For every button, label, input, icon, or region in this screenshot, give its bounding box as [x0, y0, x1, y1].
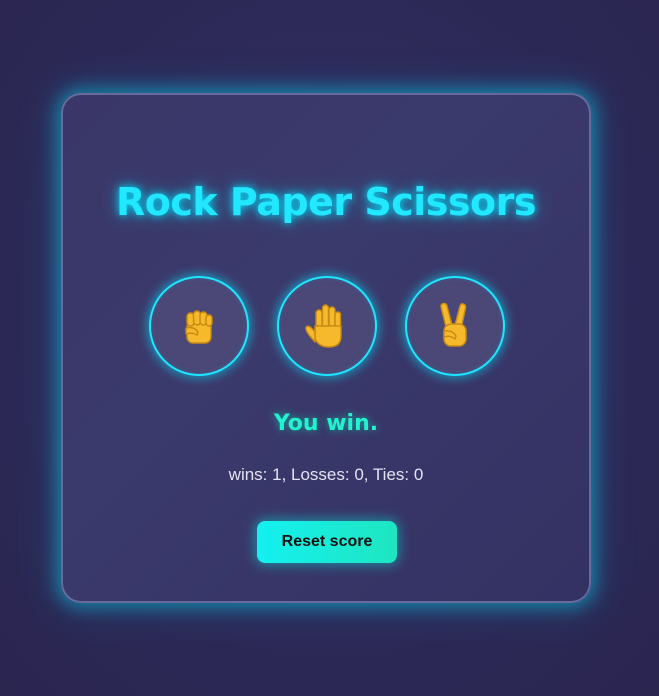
choice-buttons [149, 276, 505, 376]
raised-fist-icon [177, 304, 221, 348]
reset-score-button[interactable]: Reset score [257, 521, 397, 563]
raised-hand-icon [304, 302, 350, 350]
rock-button[interactable] [149, 276, 249, 376]
victory-hand-icon [433, 301, 477, 351]
game-card: Rock Paper Scissors You win. wins: 1, Lo… [61, 93, 591, 603]
result-text: You win. [273, 411, 379, 436]
score-text: wins: 1, Losses: 0, Ties: 0 [228, 465, 424, 484]
page-title: Rock Paper Scissors [116, 180, 536, 224]
scissors-button[interactable] [405, 276, 505, 376]
paper-button[interactable] [277, 276, 377, 376]
